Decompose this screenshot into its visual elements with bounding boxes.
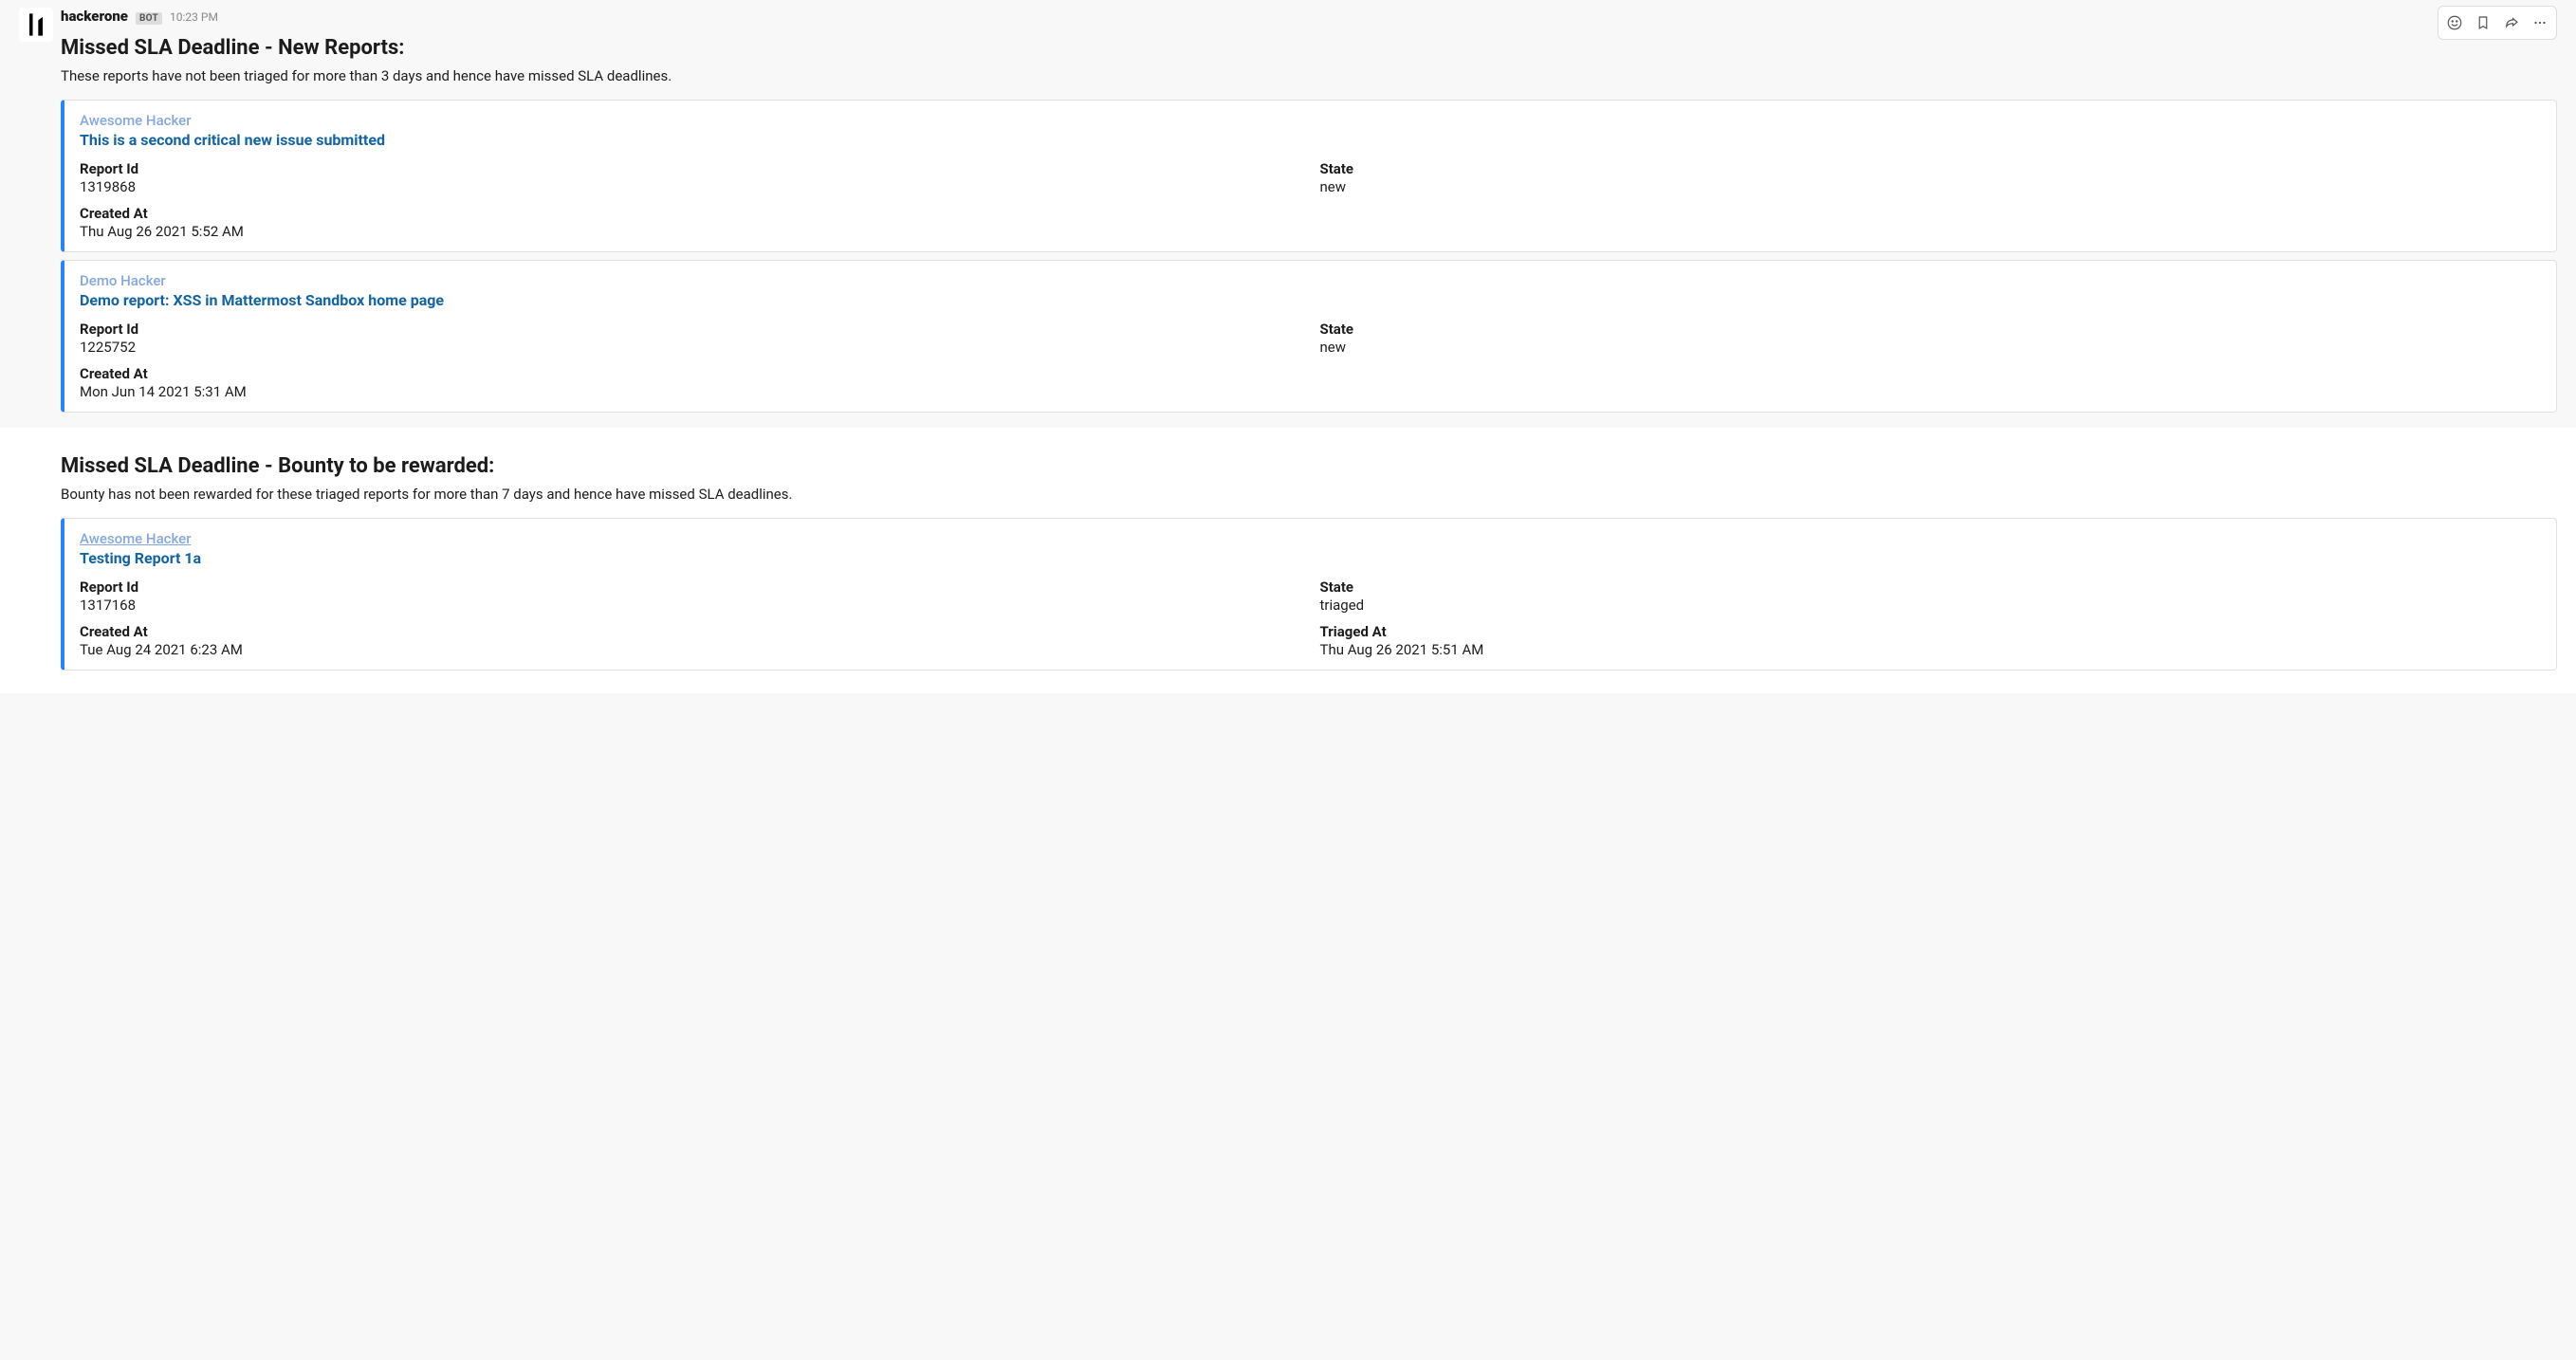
created-value: Tue Aug 24 2021 6:23 AM <box>80 641 1301 658</box>
report-id-label: Report Id <box>80 321 1301 338</box>
bookmark-button[interactable] <box>2469 9 2497 37</box>
report-id-value: 1317168 <box>80 597 1301 614</box>
report-id-label: Report Id <box>80 160 1301 177</box>
state-label: State <box>1320 160 2542 177</box>
section-description: These reports have not been triaged for … <box>61 67 2557 84</box>
report-title-link[interactable]: This is a second critical new issue subm… <box>80 131 2541 149</box>
state-label: State <box>1320 321 2542 338</box>
report-card: Demo Hacker Demo report: XSS in Mattermo… <box>61 260 2557 413</box>
share-arrow-icon <box>2503 14 2520 31</box>
sender-name[interactable]: hackerone <box>61 8 128 25</box>
state-label: State <box>1320 579 2542 596</box>
bot-badge: BOT <box>136 12 162 25</box>
section-heading-new-reports: Missed SLA Deadline - New Reports: <box>61 36 2557 60</box>
created-label: Created At <box>80 365 1301 382</box>
report-id-value: 1319868 <box>80 178 1301 195</box>
emoji-reaction-button[interactable] <box>2440 9 2469 37</box>
triaged-label: Triaged At <box>1320 623 2542 640</box>
more-actions-button[interactable] <box>2526 9 2554 37</box>
hacker-link[interactable]: Demo Hacker <box>80 272 2541 289</box>
more-horizontal-icon <box>2531 14 2548 31</box>
hacker-link[interactable]: Awesome Hacker <box>80 530 2541 547</box>
report-title-link[interactable]: Testing Report 1a <box>80 549 2541 567</box>
share-button[interactable] <box>2497 9 2526 37</box>
created-label: Created At <box>80 205 1301 222</box>
report-id-value: 1225752 <box>80 339 1301 356</box>
triaged-value: Thu Aug 26 2021 5:51 AM <box>1320 641 2542 658</box>
report-card: Awesome Hacker This is a second critical… <box>61 100 2557 252</box>
bookmark-icon <box>2475 14 2492 31</box>
hackerone-logo-icon <box>23 11 49 38</box>
report-title-link[interactable]: Demo report: XSS in Mattermost Sandbox h… <box>80 291 2541 309</box>
state-value: new <box>1320 178 2542 195</box>
created-value: Mon Jun 14 2021 5:31 AM <box>80 383 1301 400</box>
report-id-label: Report Id <box>80 579 1301 596</box>
created-label: Created At <box>80 623 1301 640</box>
smile-icon <box>2446 14 2463 31</box>
message-time: 10:23 PM <box>170 10 218 24</box>
state-value: triaged <box>1320 597 2542 614</box>
report-card: Awesome Hacker Testing Report 1a Report … <box>61 518 2557 671</box>
sender-avatar[interactable] <box>19 8 53 42</box>
hacker-link[interactable]: Awesome Hacker <box>80 112 2541 129</box>
message-actions <box>2438 6 2557 40</box>
section-heading-bounty: Missed SLA Deadline - Bounty to be rewar… <box>61 454 2557 478</box>
created-value: Thu Aug 26 2021 5:52 AM <box>80 223 1301 240</box>
section-description: Bounty has not been rewarded for these t… <box>61 486 2557 503</box>
state-value: new <box>1320 339 2542 356</box>
